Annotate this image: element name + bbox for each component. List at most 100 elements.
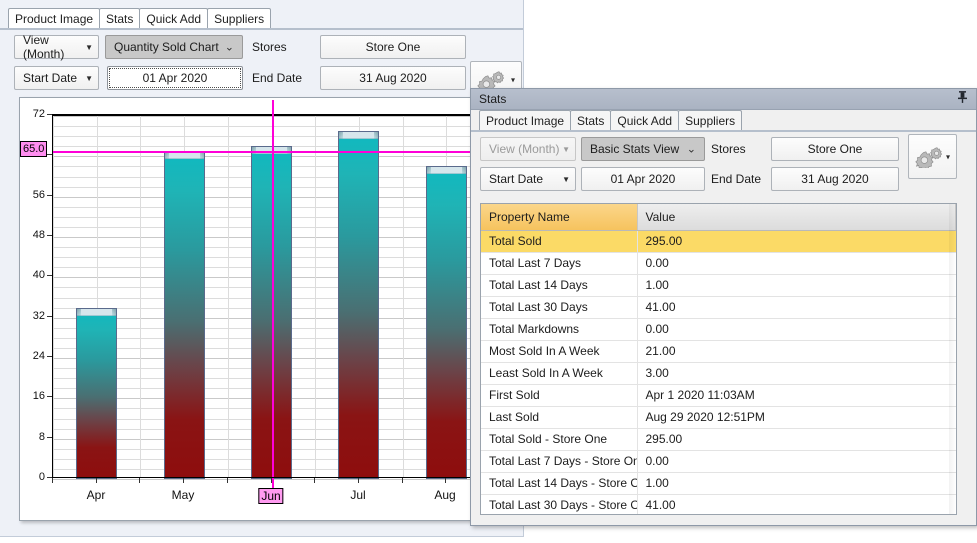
- main-tabstrip: Product ImageStatsQuick AddSuppliers: [0, 0, 523, 30]
- table-row[interactable]: Total Markdowns0.00: [481, 318, 956, 340]
- column-header-property-name[interactable]: Property Name: [481, 204, 637, 230]
- dropdown-caret-icon[interactable]: ▾: [511, 76, 515, 85]
- store-button[interactable]: Store One: [320, 35, 466, 59]
- cell-value: 295.00: [637, 230, 956, 252]
- chevron-down-icon: ▼: [85, 43, 93, 52]
- pushpin-icon[interactable]: [957, 91, 968, 108]
- chart-bar[interactable]: [338, 131, 379, 479]
- table-row[interactable]: Total Last 7 Days - Store One0.00: [481, 450, 956, 472]
- x-axis-tick-label[interactable]: Jun: [258, 488, 283, 504]
- table-row[interactable]: Least Sold In A Week3.00: [481, 362, 956, 384]
- tabstrip-underline: [0, 28, 523, 29]
- table-header-row: Property Name Value: [481, 204, 956, 230]
- tab-product-image[interactable]: Product Image: [8, 8, 100, 29]
- table-row[interactable]: Total Last 7 Days0.00: [481, 252, 956, 274]
- x-axis-tick-label[interactable]: Jul: [350, 488, 365, 502]
- table-row[interactable]: Total Sold - Store One295.00: [481, 428, 956, 450]
- y-axis-tick-label: 16: [19, 390, 45, 402]
- end-date-label: End Date: [252, 66, 302, 90]
- stats-store-button[interactable]: Store One: [771, 137, 899, 161]
- x-axis-tick-mark: [271, 478, 272, 483]
- y-axis-tick-mark: [47, 114, 52, 115]
- x-axis-tick-mark: [183, 478, 184, 483]
- stats-tab-stats[interactable]: Stats: [570, 110, 611, 131]
- cell-value: Aug 29 2020 12:51PM: [637, 406, 956, 428]
- x-axis-tick-label[interactable]: May: [172, 488, 195, 502]
- y-axis-tick-mark: [47, 195, 52, 196]
- stats-table: Property Name Value Total Sold295.00Tota…: [481, 204, 956, 515]
- chevron-down-icon: ▼: [562, 145, 570, 154]
- cell-value: 41.00: [637, 494, 956, 515]
- tab-quick-add[interactable]: Quick Add: [139, 8, 208, 29]
- view-month-button[interactable]: View (Month) ▼: [14, 35, 99, 59]
- cell-value: 0.00: [637, 318, 956, 340]
- y-axis-tick-mark: [47, 316, 52, 317]
- start-date-value-field[interactable]: 01 Apr 2020: [107, 66, 243, 90]
- table-row[interactable]: Total Sold295.00: [481, 230, 956, 252]
- cell-property-name: Total Sold - Store One: [481, 428, 637, 450]
- y-axis-tick-mark: [47, 437, 52, 438]
- chevron-down-icon: ⌄: [225, 41, 234, 54]
- table-row[interactable]: Total Last 14 Days1.00: [481, 274, 956, 296]
- stats-view-value: Basic Stats View: [590, 142, 679, 156]
- x-gridline: [403, 116, 404, 477]
- cell-value: 0.00: [637, 252, 956, 274]
- dropdown-caret-icon[interactable]: ▾: [946, 152, 950, 161]
- stats-tabstrip-underline: [471, 130, 976, 131]
- main-window: Product ImageStatsQuick AddSuppliers Vie…: [0, 0, 524, 537]
- stats-data-grid[interactable]: Property Name Value Total Sold295.00Tota…: [480, 203, 957, 515]
- stats-view-month-button[interactable]: View (Month) ▼: [480, 137, 576, 161]
- stats-start-date-value-field[interactable]: 01 Apr 2020: [581, 167, 705, 191]
- start-date-button[interactable]: Start Date ▼: [14, 66, 99, 90]
- stats-window-title: Stats: [479, 92, 506, 106]
- chart-type-select[interactable]: Quantity Sold Chart ⌄: [105, 35, 243, 59]
- table-row[interactable]: Last SoldAug 29 2020 12:51PM: [481, 406, 956, 428]
- y-axis-tick-mark: [47, 356, 52, 357]
- stats-end-date-value-field[interactable]: 31 Aug 2020: [771, 167, 899, 191]
- tab-stats[interactable]: Stats: [99, 8, 140, 29]
- stats-tab-product-image[interactable]: Product Image: [479, 110, 571, 131]
- threshold-value-badge: 65.0: [20, 141, 47, 157]
- y-axis-tick-mark: [47, 154, 52, 155]
- stats-view-select[interactable]: Basic Stats View ⌄: [581, 137, 705, 161]
- x-axis-tick-label[interactable]: Aug: [434, 488, 455, 502]
- main-toolbar: View (Month) ▼ Quantity Sold Chart ⌄ Sto…: [0, 30, 523, 93]
- tab-suppliers[interactable]: Suppliers: [207, 8, 271, 29]
- chart-bar[interactable]: [164, 151, 205, 479]
- table-row[interactable]: Total Last 30 Days41.00: [481, 296, 956, 318]
- x-gridline: [53, 116, 54, 477]
- stats-start-date-button[interactable]: Start Date ▼: [480, 167, 576, 191]
- stats-floating-window: Stats Product ImageStatsQuick AddSupplie…: [470, 88, 977, 526]
- y-gridline: [53, 126, 489, 127]
- y-axis-tick-mark: [47, 275, 52, 276]
- stats-tab-suppliers[interactable]: Suppliers: [678, 110, 742, 131]
- x-axis-tick-label[interactable]: Apr: [87, 488, 106, 502]
- chart-bar[interactable]: [76, 308, 117, 479]
- cell-property-name: Total Last 14 Days - Store One: [481, 472, 637, 494]
- plot-area[interactable]: [52, 114, 489, 477]
- stats-tab-quick-add[interactable]: Quick Add: [610, 110, 679, 131]
- x-axis-tick-mark: [445, 478, 446, 483]
- table-row[interactable]: First SoldApr 1 2020 11:03AM: [481, 384, 956, 406]
- cell-property-name: Total Last 30 Days: [481, 296, 637, 318]
- x-axis-tick-mark: [139, 478, 140, 483]
- cell-property-name: Total Last 7 Days: [481, 252, 637, 274]
- start-date-label: Start Date: [23, 71, 77, 85]
- stats-titlebar[interactable]: Stats: [471, 89, 976, 110]
- cell-property-name: Total Last 14 Days: [481, 274, 637, 296]
- chart-bar[interactable]: [426, 166, 467, 479]
- bar-top-cap: [339, 132, 378, 139]
- x-gridline: [140, 116, 141, 477]
- column-header-value[interactable]: Value: [637, 204, 956, 230]
- stats-settings-gear-button[interactable]: ▾: [908, 134, 957, 179]
- stores-label: Stores: [252, 35, 287, 59]
- end-date-value-field[interactable]: 31 Aug 2020: [320, 66, 466, 90]
- table-row[interactable]: Total Last 30 Days - Store One41.00: [481, 494, 956, 515]
- cell-value: 295.00: [637, 428, 956, 450]
- cell-value: 1.00: [637, 472, 956, 494]
- y-gridline: [53, 136, 489, 137]
- table-row[interactable]: Most Sold In A Week21.00: [481, 340, 956, 362]
- y-axis-tick-label: 32: [19, 310, 45, 322]
- cell-property-name: First Sold: [481, 384, 637, 406]
- table-row[interactable]: Total Last 14 Days - Store One1.00: [481, 472, 956, 494]
